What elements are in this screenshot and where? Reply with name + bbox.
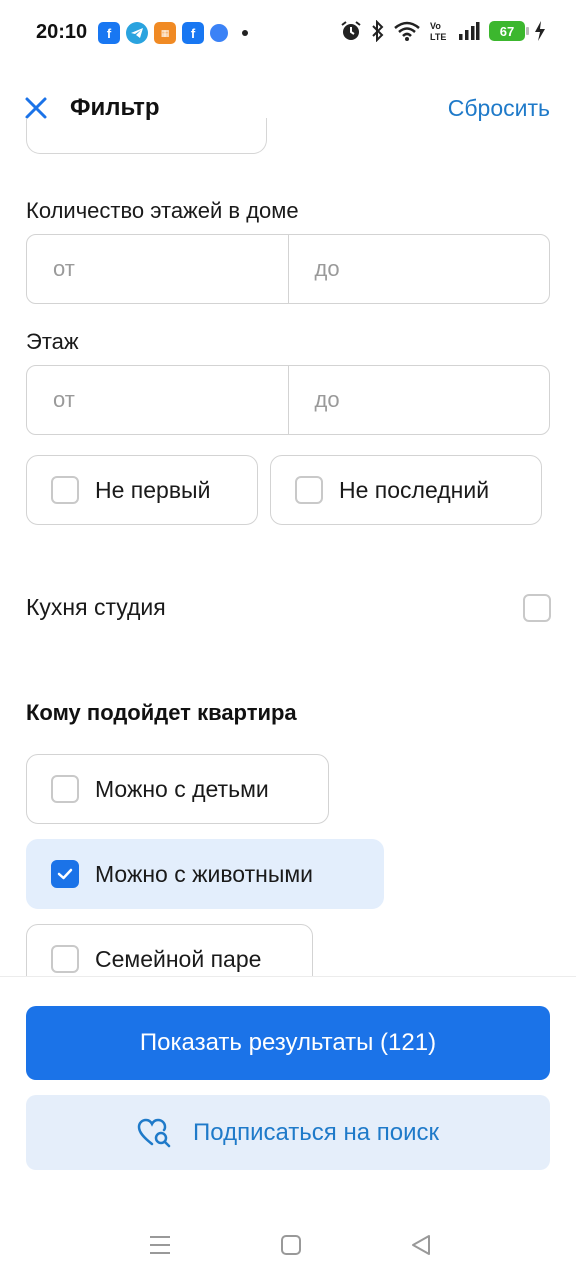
checkmark-icon bbox=[57, 868, 73, 880]
reset-button[interactable]: Сбросить bbox=[448, 95, 550, 122]
suitable-for-heading: Кому подойдет квартира bbox=[26, 700, 297, 725]
telegram-icon bbox=[126, 22, 148, 44]
with-pets-chip[interactable]: Можно с животными bbox=[26, 839, 384, 909]
not-first-label: Не первый bbox=[95, 476, 211, 503]
bluetooth-icon bbox=[372, 20, 384, 42]
show-results-label: Показать результаты (121) bbox=[139, 1029, 437, 1056]
notification-icons: f ▦ f bbox=[98, 22, 248, 44]
with-pets-checkbox[interactable] bbox=[51, 860, 79, 888]
system-icons: Vo LTE 67 bbox=[340, 20, 546, 42]
floor-to-input[interactable]: до bbox=[287, 366, 550, 434]
kitchen-studio-label: Кухня студия bbox=[26, 594, 166, 620]
more-notifications-icon bbox=[242, 30, 248, 36]
subscribe-search-label: Подписаться на поиск bbox=[193, 1118, 439, 1146]
wifi-icon bbox=[394, 21, 420, 41]
family-couple-checkbox[interactable] bbox=[51, 945, 79, 973]
subscribe-search-button[interactable]: Подписаться на поиск bbox=[26, 1095, 550, 1170]
signal-icon bbox=[459, 22, 480, 40]
floor-range: от до bbox=[26, 365, 550, 435]
not-last-chip[interactable]: Не последний bbox=[270, 455, 542, 525]
facebook-icon: f bbox=[182, 22, 204, 44]
not-last-checkbox[interactable] bbox=[295, 476, 323, 504]
system-navigation-bar bbox=[0, 1220, 576, 1270]
show-results-button[interactable]: Показать результаты (121) bbox=[26, 1006, 550, 1080]
floors-to-input[interactable]: до bbox=[287, 235, 550, 303]
back-icon[interactable] bbox=[408, 1232, 434, 1258]
scrolled-field[interactable] bbox=[26, 118, 267, 154]
with-pets-label: Можно с животными bbox=[95, 860, 314, 887]
menu-icon[interactable] bbox=[147, 1232, 173, 1258]
floor-from-input[interactable]: от bbox=[27, 366, 288, 434]
floors-in-building-label: Количество этажей в доме bbox=[26, 198, 299, 223]
kitchen-studio-checkbox[interactable] bbox=[523, 594, 551, 622]
family-couple-label: Семейной паре bbox=[95, 945, 262, 972]
floor-label: Этаж bbox=[26, 329, 79, 354]
floors-from-input[interactable]: от bbox=[27, 235, 288, 303]
with-children-checkbox[interactable] bbox=[51, 775, 79, 803]
with-children-chip[interactable]: Можно с детьми bbox=[26, 754, 329, 824]
volte-icon: VoLTE bbox=[430, 21, 446, 42]
battery-indicator: 67 bbox=[489, 21, 529, 41]
browser-icon bbox=[210, 24, 228, 42]
status-time: 20:10 bbox=[36, 21, 88, 43]
alarm-icon bbox=[341, 21, 361, 40]
with-children-label: Можно с детьми bbox=[95, 775, 269, 802]
svg-text:LTE: LTE bbox=[430, 32, 446, 42]
not-last-label: Не последний bbox=[339, 476, 490, 503]
status-bar: 20:10 f ▦ f Vo LTE 67 bbox=[0, 0, 576, 66]
facebook-icon: f bbox=[98, 22, 120, 44]
svg-text:Vo: Vo bbox=[430, 21, 441, 31]
app-notification-icon: ▦ bbox=[154, 22, 176, 44]
heart-search-icon bbox=[137, 1118, 171, 1147]
not-first-checkbox[interactable] bbox=[51, 476, 79, 504]
floors-in-building-range: от до bbox=[26, 234, 550, 304]
charging-icon bbox=[535, 21, 545, 41]
not-first-chip[interactable]: Не первый bbox=[26, 455, 258, 525]
home-icon[interactable] bbox=[278, 1232, 304, 1258]
